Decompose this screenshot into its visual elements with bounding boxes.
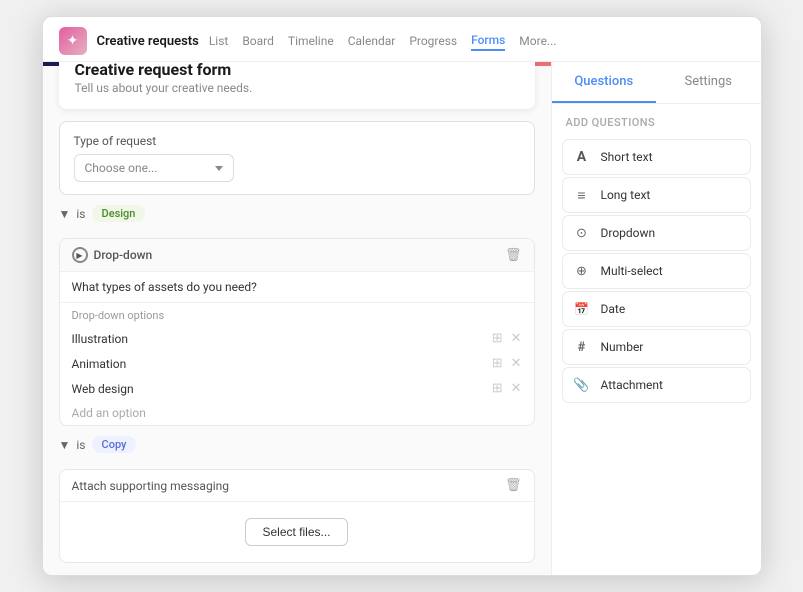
add-questions-label: Add questions bbox=[552, 104, 761, 135]
left-panel: Creative request form Tell us about your… bbox=[43, 62, 551, 575]
caret-icon bbox=[215, 166, 223, 171]
delete-option-icon-webdesign[interactable]: ✕ bbox=[511, 381, 522, 396]
question-type-list: A Short text ≡ Long text ⊙ Dropdown ⊕ Mu… bbox=[552, 135, 761, 407]
nav-tab-list[interactable]: List bbox=[209, 32, 229, 50]
long-text-label: Long text bbox=[601, 188, 651, 202]
question-type-date[interactable]: 📅 Date bbox=[562, 291, 751, 327]
option-row-animation: Animation ⊞ ✕ bbox=[60, 351, 534, 376]
delete-option-icon-illustration[interactable]: ✕ bbox=[511, 331, 522, 346]
condition-tag-copy: Copy bbox=[92, 436, 137, 453]
dropdown-label-right: Dropdown bbox=[601, 226, 656, 240]
form-body: Type of request Choose one... ▼ is Desig… bbox=[43, 109, 551, 575]
copy-option-icon-webdesign[interactable]: ⊞ bbox=[492, 381, 503, 396]
option-label-illustration: Illustration bbox=[72, 332, 129, 346]
type-of-request-select[interactable]: Choose one... bbox=[74, 154, 234, 182]
app-window: ✦ Creative requests List Board Timeline … bbox=[42, 16, 762, 576]
question-type-dropdown[interactable]: ⊙ Dropdown bbox=[562, 215, 751, 251]
option-row-illustration: Illustration ⊞ ✕ bbox=[60, 326, 534, 351]
app-icon: ✦ bbox=[59, 27, 87, 55]
dropdown-block: ▶ Drop-down 🗑 What types of assets do yo… bbox=[59, 238, 535, 426]
type-of-request-block: Type of request Choose one... bbox=[59, 121, 535, 195]
copy-option-icon-animation[interactable]: ⊞ bbox=[492, 356, 503, 371]
date-label: Date bbox=[601, 302, 626, 316]
delete-option-icon-animation[interactable]: ✕ bbox=[511, 356, 522, 371]
app-title: Creative requests bbox=[97, 34, 199, 49]
trash-icon-attach[interactable]: 🗑 bbox=[505, 478, 522, 493]
title-bar: ✦ Creative requests List Board Timeline … bbox=[43, 17, 761, 62]
nav-tabs: List Board Timeline Calendar Progress Fo… bbox=[209, 31, 557, 51]
trash-icon-dropdown[interactable]: 🗑 bbox=[505, 248, 522, 263]
nav-tab-board[interactable]: Board bbox=[242, 32, 274, 50]
attach-label: Attach supporting messaging bbox=[72, 479, 229, 493]
collapse-arrow-2[interactable]: ▼ bbox=[59, 438, 71, 452]
option-actions-animation: ⊞ ✕ bbox=[492, 356, 522, 371]
form-title: Creative request form bbox=[75, 62, 519, 79]
short-text-icon: A bbox=[573, 148, 591, 166]
tab-questions[interactable]: Questions bbox=[552, 62, 657, 103]
question-type-long-text[interactable]: ≡ Long text bbox=[562, 177, 751, 213]
question-type-number[interactable]: # Number bbox=[562, 329, 751, 365]
collapse-arrow-1[interactable]: ▼ bbox=[59, 207, 71, 221]
option-actions-webdesign: ⊞ ✕ bbox=[492, 381, 522, 396]
dropdown-label: Drop-down bbox=[94, 248, 153, 262]
question-type-short-text[interactable]: A Short text bbox=[562, 139, 751, 175]
option-label-animation: Animation bbox=[72, 357, 127, 371]
dropdown-question[interactable]: What types of assets do you need? bbox=[60, 272, 534, 303]
add-option-button[interactable]: Add an option bbox=[60, 401, 534, 425]
attachment-icon: 📎 bbox=[573, 376, 591, 394]
main-content: Creative request form Tell us about your… bbox=[43, 62, 761, 575]
question-type-multiselect[interactable]: ⊕ Multi-select bbox=[562, 253, 751, 289]
condition-is-1: is bbox=[76, 207, 85, 221]
option-row-webdesign: Web design ⊞ ✕ bbox=[60, 376, 534, 401]
dropdown-header-left: ▶ Drop-down bbox=[72, 247, 153, 263]
condition-tag-design: Design bbox=[92, 205, 146, 222]
multiselect-icon: ⊕ bbox=[573, 262, 591, 280]
attachment-label: Attachment bbox=[601, 378, 663, 392]
nav-tab-timeline[interactable]: Timeline bbox=[288, 32, 334, 50]
condition-is-2: is bbox=[76, 438, 85, 452]
condition-row-1: ▼ is Design bbox=[59, 205, 535, 222]
option-label-webdesign: Web design bbox=[72, 382, 134, 396]
date-icon: 📅 bbox=[573, 300, 591, 318]
number-icon: # bbox=[573, 338, 591, 356]
number-label: Number bbox=[601, 340, 644, 354]
nav-tab-forms[interactable]: Forms bbox=[471, 31, 505, 51]
nav-tab-more[interactable]: More... bbox=[519, 32, 556, 50]
attach-header: Attach supporting messaging 🗑 bbox=[60, 470, 534, 502]
dropdown-icon: ⊙ bbox=[573, 224, 591, 242]
attach-block: Attach supporting messaging 🗑 Select fil… bbox=[59, 469, 535, 563]
multiselect-label: Multi-select bbox=[601, 264, 663, 278]
nav-tab-calendar[interactable]: Calendar bbox=[348, 32, 396, 50]
option-actions-illustration: ⊞ ✕ bbox=[492, 331, 522, 346]
condition-row-2: ▼ is Copy bbox=[59, 436, 535, 453]
select-placeholder: Choose one... bbox=[85, 161, 158, 175]
form-subtitle: Tell us about your creative needs. bbox=[75, 81, 519, 95]
dropdown-header: ▶ Drop-down 🗑 bbox=[60, 239, 534, 272]
dropdown-options-label: Drop-down options bbox=[60, 303, 534, 326]
copy-option-icon-illustration[interactable]: ⊞ bbox=[492, 331, 503, 346]
question-type-attachment[interactable]: 📎 Attachment bbox=[562, 367, 751, 403]
attach-body: Select files... bbox=[60, 502, 534, 562]
dropdown-circle-icon: ▶ bbox=[72, 247, 88, 263]
tab-settings[interactable]: Settings bbox=[656, 62, 761, 103]
type-of-request-label: Type of request bbox=[74, 134, 520, 148]
right-panel: Questions Settings Add questions A Short… bbox=[551, 62, 761, 575]
right-tabs: Questions Settings bbox=[552, 62, 761, 104]
short-text-label: Short text bbox=[601, 150, 653, 164]
select-files-button[interactable]: Select files... bbox=[245, 518, 347, 546]
form-header: Creative request form Tell us about your… bbox=[59, 62, 535, 109]
long-text-icon: ≡ bbox=[573, 186, 591, 204]
nav-tab-progress[interactable]: Progress bbox=[409, 32, 457, 50]
